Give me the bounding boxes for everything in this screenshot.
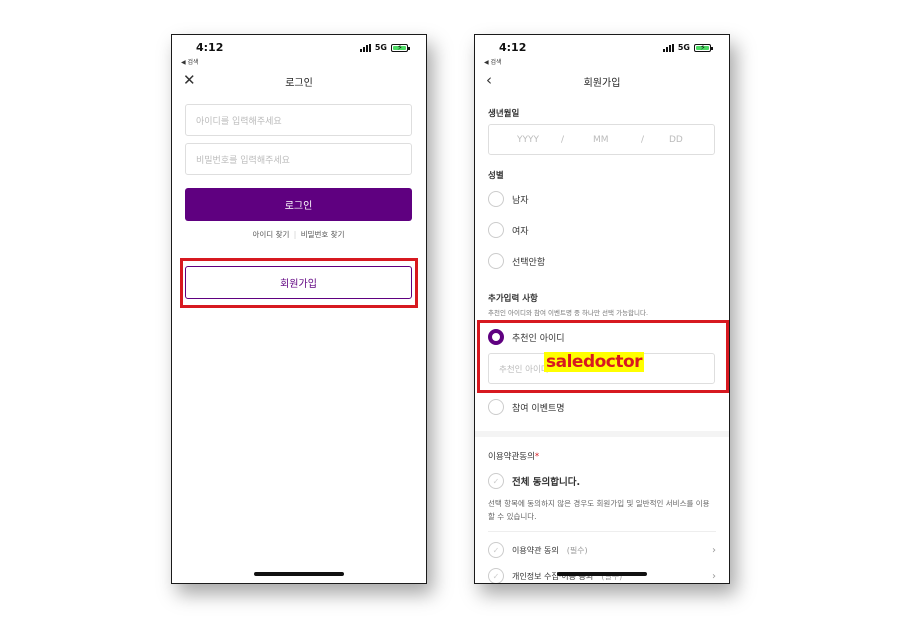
network-label: 5G — [677, 43, 690, 52]
back-to-search-link[interactable]: ◀ 검색 — [181, 57, 199, 66]
status-bar: 4:12 ◀ 검색 5G ⚡ — [475, 41, 729, 66]
event-option[interactable]: 참여 이벤트명 — [488, 399, 565, 415]
signup-header: ‹ 회원가입 — [475, 71, 729, 91]
required-mark: * — [534, 452, 540, 462]
terms-label-text: 이용약관동의 — [488, 452, 535, 462]
status-time: 4:12 — [196, 41, 224, 54]
signup-screen: 4:12 ◀ 검색 5G ⚡ ‹ 회원가입 생년월일 YYYY / MM / D… — [474, 34, 730, 584]
radio-icon — [488, 399, 504, 415]
gender-option-label: 남자 — [512, 195, 529, 206]
login-screen: 4:12 ◀ 검색 5G ⚡ ✕ 로그인 아이디를 입력해주세요 비밀번호를 입… — [171, 34, 427, 584]
login-button[interactable]: 로그인 — [185, 188, 412, 221]
signal-icon — [359, 43, 371, 52]
birthdate-field[interactable]: YYYY / MM / DD — [488, 124, 715, 155]
status-bar: 4:12 ◀ 검색 5G ⚡ — [172, 41, 426, 66]
gender-option-label: 여자 — [512, 226, 529, 237]
watermark-text: saledoctor — [544, 352, 645, 372]
radio-icon — [488, 222, 504, 238]
referrer-option-label: 추천인 아이디 — [512, 333, 565, 344]
page-title: 회원가입 — [583, 78, 621, 89]
home-indicator — [557, 572, 647, 576]
status-time: 4:12 — [499, 41, 527, 54]
terms-item[interactable]: ✓ 이용약관 동의 (필수) › — [488, 542, 716, 558]
network-label: 5G — [374, 43, 387, 52]
date-slash: / — [561, 135, 565, 145]
birth-year-input[interactable]: YYYY — [517, 135, 539, 145]
radio-icon — [488, 191, 504, 207]
radio-icon — [488, 253, 504, 269]
signup-button[interactable]: 회원가입 — [185, 266, 412, 299]
gender-option-female[interactable]: 여자 — [488, 222, 529, 238]
find-id-link[interactable]: 아이디 찾기 — [253, 230, 290, 239]
battery-icon: ⚡ — [694, 43, 713, 52]
radio-selected-icon — [488, 329, 504, 345]
extra-info-hint: 추천인 아이디와 참여 이벤트명 중 하나만 선택 가능합니다. — [488, 309, 649, 317]
find-links: 아이디 찾기 | 비밀번호 찾기 — [185, 229, 412, 240]
back-to-search-link[interactable]: ◀ 검색 — [484, 57, 502, 66]
referrer-option[interactable]: 추천인 아이디 — [488, 329, 565, 345]
agree-all-label: 전체 동의합니다. — [512, 477, 581, 488]
event-option-label: 참여 이벤트명 — [512, 403, 565, 414]
agree-all-description: 선택 항목에 동의하지 않은 경우도 회원가입 및 일반적인 서비스를 이용할 … — [488, 499, 710, 521]
section-divider — [475, 431, 729, 437]
terms-item[interactable]: ✓ 개인정보 수집·이용 동의 (필수) › — [488, 568, 716, 583]
birth-day-input[interactable]: DD — [669, 135, 683, 145]
gender-option-label: 선택안함 — [512, 257, 546, 268]
page-title: 로그인 — [285, 78, 313, 89]
extra-info-label: 추가입력 사항 — [488, 294, 538, 304]
terms-item-tag: (필수) — [566, 545, 588, 555]
gender-label: 성별 — [488, 171, 504, 181]
battery-icon: ⚡ — [391, 43, 410, 52]
terms-item-label: 이용약관 동의 — [512, 545, 559, 555]
birth-month-input[interactable]: MM — [593, 135, 609, 145]
gender-option-none[interactable]: 선택안함 — [488, 253, 545, 269]
chevron-right-icon[interactable]: › — [712, 545, 716, 556]
agree-all-checkbox[interactable]: ✓ 전체 동의합니다. — [488, 473, 716, 489]
password-input[interactable]: 비밀번호를 입력해주세요 — [185, 143, 412, 175]
login-header: ✕ 로그인 — [172, 71, 426, 91]
check-icon: ✓ — [488, 542, 504, 558]
date-slash: / — [641, 135, 645, 145]
terms-label: 이용약관동의* — [488, 450, 539, 462]
id-input[interactable]: 아이디를 입력해주세요 — [185, 104, 412, 136]
check-icon: ✓ — [488, 568, 504, 583]
link-separator: | — [293, 230, 297, 239]
chevron-right-icon[interactable]: › — [712, 571, 716, 582]
birth-label: 생년월일 — [488, 109, 520, 119]
home-indicator — [254, 572, 344, 576]
gender-option-male[interactable]: 남자 — [488, 191, 529, 207]
signal-icon — [662, 43, 674, 52]
check-icon: ✓ — [488, 473, 504, 489]
terms-divider — [488, 531, 716, 532]
find-password-link[interactable]: 비밀번호 찾기 — [301, 230, 345, 239]
